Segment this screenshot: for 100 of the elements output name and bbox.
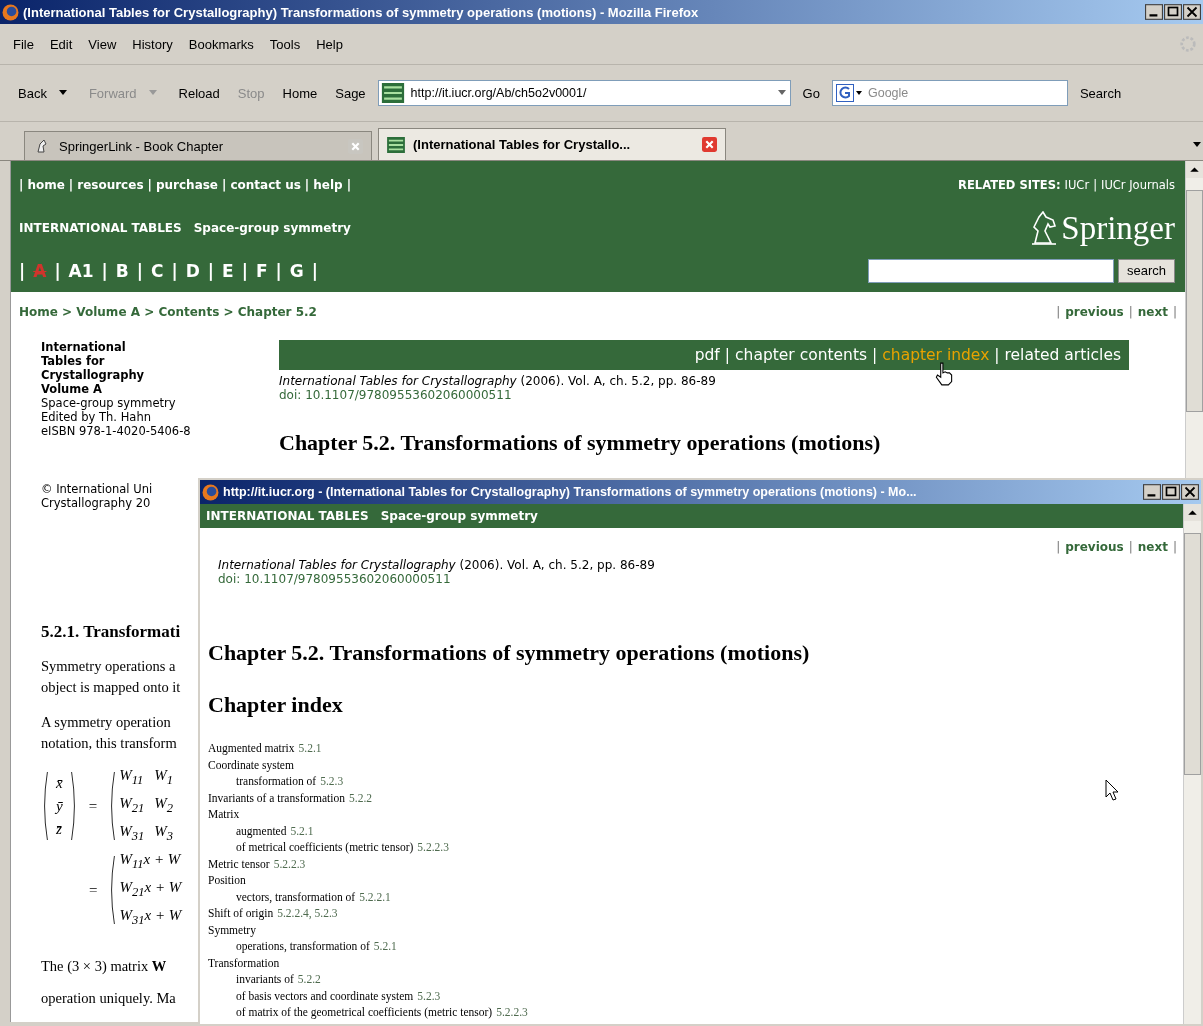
window-title: (International Tables for Crystallography) Transformations of symmetry operations (motions) - Mozilla Firefox — [23, 4, 700, 20]
index-reference-link[interactable]: 5.2.1 — [373, 938, 397, 955]
toolbar-button[interactable]: Sage — [329, 83, 372, 103]
matrix-entry: W$_{21}$ — [119, 794, 145, 817]
matrix-entry: W$_{1}$ — [154, 766, 173, 789]
search-button[interactable]: search — [1117, 258, 1175, 283]
address-field[interactable]: http://it.iucr.org/Ab/ch5o2v0001/ — [377, 80, 791, 106]
next-link[interactable]: next — [1137, 540, 1168, 554]
matrix-entry: W$_{21}$x + W — [119, 878, 182, 901]
publisher-logo-text: Springer — [1061, 211, 1175, 245]
browser-tab[interactable]: (International Tables for Crystallo... — [378, 128, 726, 160]
book-title: Volume A — [41, 382, 103, 396]
dropdown-arrow-icon[interactable] — [58, 90, 67, 96]
scroll-up-icon[interactable] — [1184, 504, 1201, 521]
chapter-link[interactable]: related articles — [1004, 346, 1121, 364]
toolbar-button[interactable]: Home — [276, 83, 324, 103]
volume-link[interactable]: E — [222, 260, 234, 281]
index-reference-link[interactable]: 5.2.1 — [298, 740, 322, 757]
toolbar-button[interactable]: Back — [12, 83, 53, 103]
nav-link[interactable]: resources — [77, 177, 144, 192]
index-reference-link[interactable]: 5.2.2.3 — [496, 1004, 528, 1021]
related-site-link[interactable]: IUCr Journals — [1101, 177, 1175, 192]
doi-link[interactable]: doi: 10.1107/97809553602060000511 — [279, 388, 1129, 402]
globe-icon — [2, 3, 19, 21]
previous-link[interactable]: previous — [1065, 305, 1124, 319]
paragraph-line: operation uniquely. Ma — [41, 989, 177, 1008]
close-icon[interactable] — [1183, 4, 1201, 20]
dropdown-arrow-icon[interactable] — [777, 90, 786, 96]
chapter-link[interactable]: pdf — [694, 346, 720, 364]
minimize-icon[interactable] — [1145, 4, 1163, 20]
separator-text: | — [346, 177, 352, 192]
previous-link[interactable]: previous — [1065, 540, 1124, 554]
go-button[interactable]: Go — [796, 83, 826, 103]
scrollbar[interactable] — [1183, 504, 1201, 1024]
menu-item[interactable]: Edit — [42, 34, 80, 54]
paragraph-line: notation, this transform — [41, 734, 178, 753]
maximize-icon[interactable] — [1164, 4, 1182, 20]
vector-entry: z̄ — [55, 819, 63, 839]
menu-item[interactable]: View — [81, 34, 124, 54]
index-reference-link[interactable]: 5.2.1 — [290, 822, 314, 839]
nav-link[interactable]: contact us — [230, 177, 301, 192]
doi-link[interactable]: doi: 10.1107/97809553602060000511 — [218, 572, 1183, 586]
search-field[interactable]: Google — [831, 80, 1068, 106]
index-term: Transformation — [208, 955, 280, 971]
copyright-text: © International Uni — [41, 482, 154, 496]
browser-tab[interactable]: SpringerLink - Book Chapter — [24, 131, 372, 160]
separator-text: | — [872, 346, 878, 364]
index-term: Augmented matrix — [208, 741, 295, 757]
index-reference-link[interactable]: 5.2.2.3 — [417, 839, 449, 856]
nav-link[interactable]: purchase — [155, 177, 218, 192]
index-heading: Chapter index — [208, 692, 344, 718]
next-link[interactable]: next — [1137, 305, 1168, 319]
citation: International Tables for Crystallography (2006). Vol. A, ch. 5.2, pp. 86-89 — [279, 374, 717, 388]
separator-text: | — [68, 177, 74, 192]
volume-link[interactable]: C — [151, 260, 164, 281]
globe-icon — [202, 483, 219, 501]
search-field[interactable] — [867, 258, 1114, 283]
index-reference-link[interactable]: 5.2.2 — [349, 789, 372, 806]
paragraph-line: A symmetry operation — [41, 713, 172, 732]
search-button[interactable]: Search — [1073, 83, 1128, 103]
hand-cursor-icon — [934, 362, 954, 386]
series-subtitle: Space-group symmetry — [380, 509, 538, 523]
book-info: Space-group symmetry — [41, 396, 177, 410]
index-reference-link[interactable]: 5.2.2.4, 5.2.3 — [277, 905, 338, 922]
minimize-icon[interactable] — [1143, 484, 1161, 500]
search-engine-icon[interactable] — [835, 84, 864, 102]
separator-text: | — [1128, 540, 1133, 554]
chapter-link[interactable]: chapter contents — [735, 346, 868, 364]
throbber-icon — [1179, 35, 1197, 53]
toolbar-button[interactable]: Reload — [172, 83, 226, 103]
window-title: http://it.iucr.org - (International Tables for Crystallography) Transformations of symmetry operations (motions) - Mo... — [223, 485, 918, 499]
volume-link[interactable]: F — [255, 260, 268, 281]
separator-text: | — [241, 260, 248, 281]
book-title: Crystallography — [41, 368, 146, 382]
volume-link[interactable]: A1 — [68, 260, 94, 281]
index-reference-link[interactable]: 5.2.2.3 — [273, 855, 306, 872]
close-icon[interactable] — [1181, 484, 1199, 500]
volume-link[interactable]: D — [185, 260, 200, 281]
index-reference-link[interactable]: 5.2.2 — [297, 971, 321, 988]
menu-item[interactable]: History — [125, 34, 180, 54]
nav-link[interactable]: home — [27, 177, 65, 192]
menu-item[interactable]: File — [6, 34, 41, 54]
menu-item[interactable]: Bookmarks — [181, 34, 261, 54]
volume-link[interactable]: G — [289, 260, 304, 281]
volume-link[interactable]: B — [115, 260, 129, 281]
menu-item[interactable]: Tools — [262, 34, 308, 54]
nav-link[interactable]: help — [313, 177, 343, 192]
chapter-heading: Chapter 5.2. Transformations of symmetry operations (motions) — [279, 430, 882, 456]
related-site-link[interactable]: IUCr — [1064, 177, 1090, 192]
parenthesis-icon — [108, 855, 117, 925]
menu-item[interactable]: Help — [309, 34, 350, 54]
mouse-pointer-icon — [1105, 779, 1119, 801]
maximize-icon[interactable] — [1162, 484, 1180, 500]
index-reference-link[interactable]: 5.2.3 — [417, 987, 441, 1004]
index-reference-link[interactable]: 5.2.3 — [320, 773, 344, 790]
separator-text: | — [1093, 177, 1097, 192]
related-sites-label: RELATED SITES: — [958, 177, 1061, 192]
tab-list-arrow-icon[interactable] — [1193, 142, 1201, 148]
scroll-up-icon[interactable] — [1186, 161, 1203, 178]
index-reference-link[interactable]: 5.2.2.1 — [359, 888, 391, 905]
